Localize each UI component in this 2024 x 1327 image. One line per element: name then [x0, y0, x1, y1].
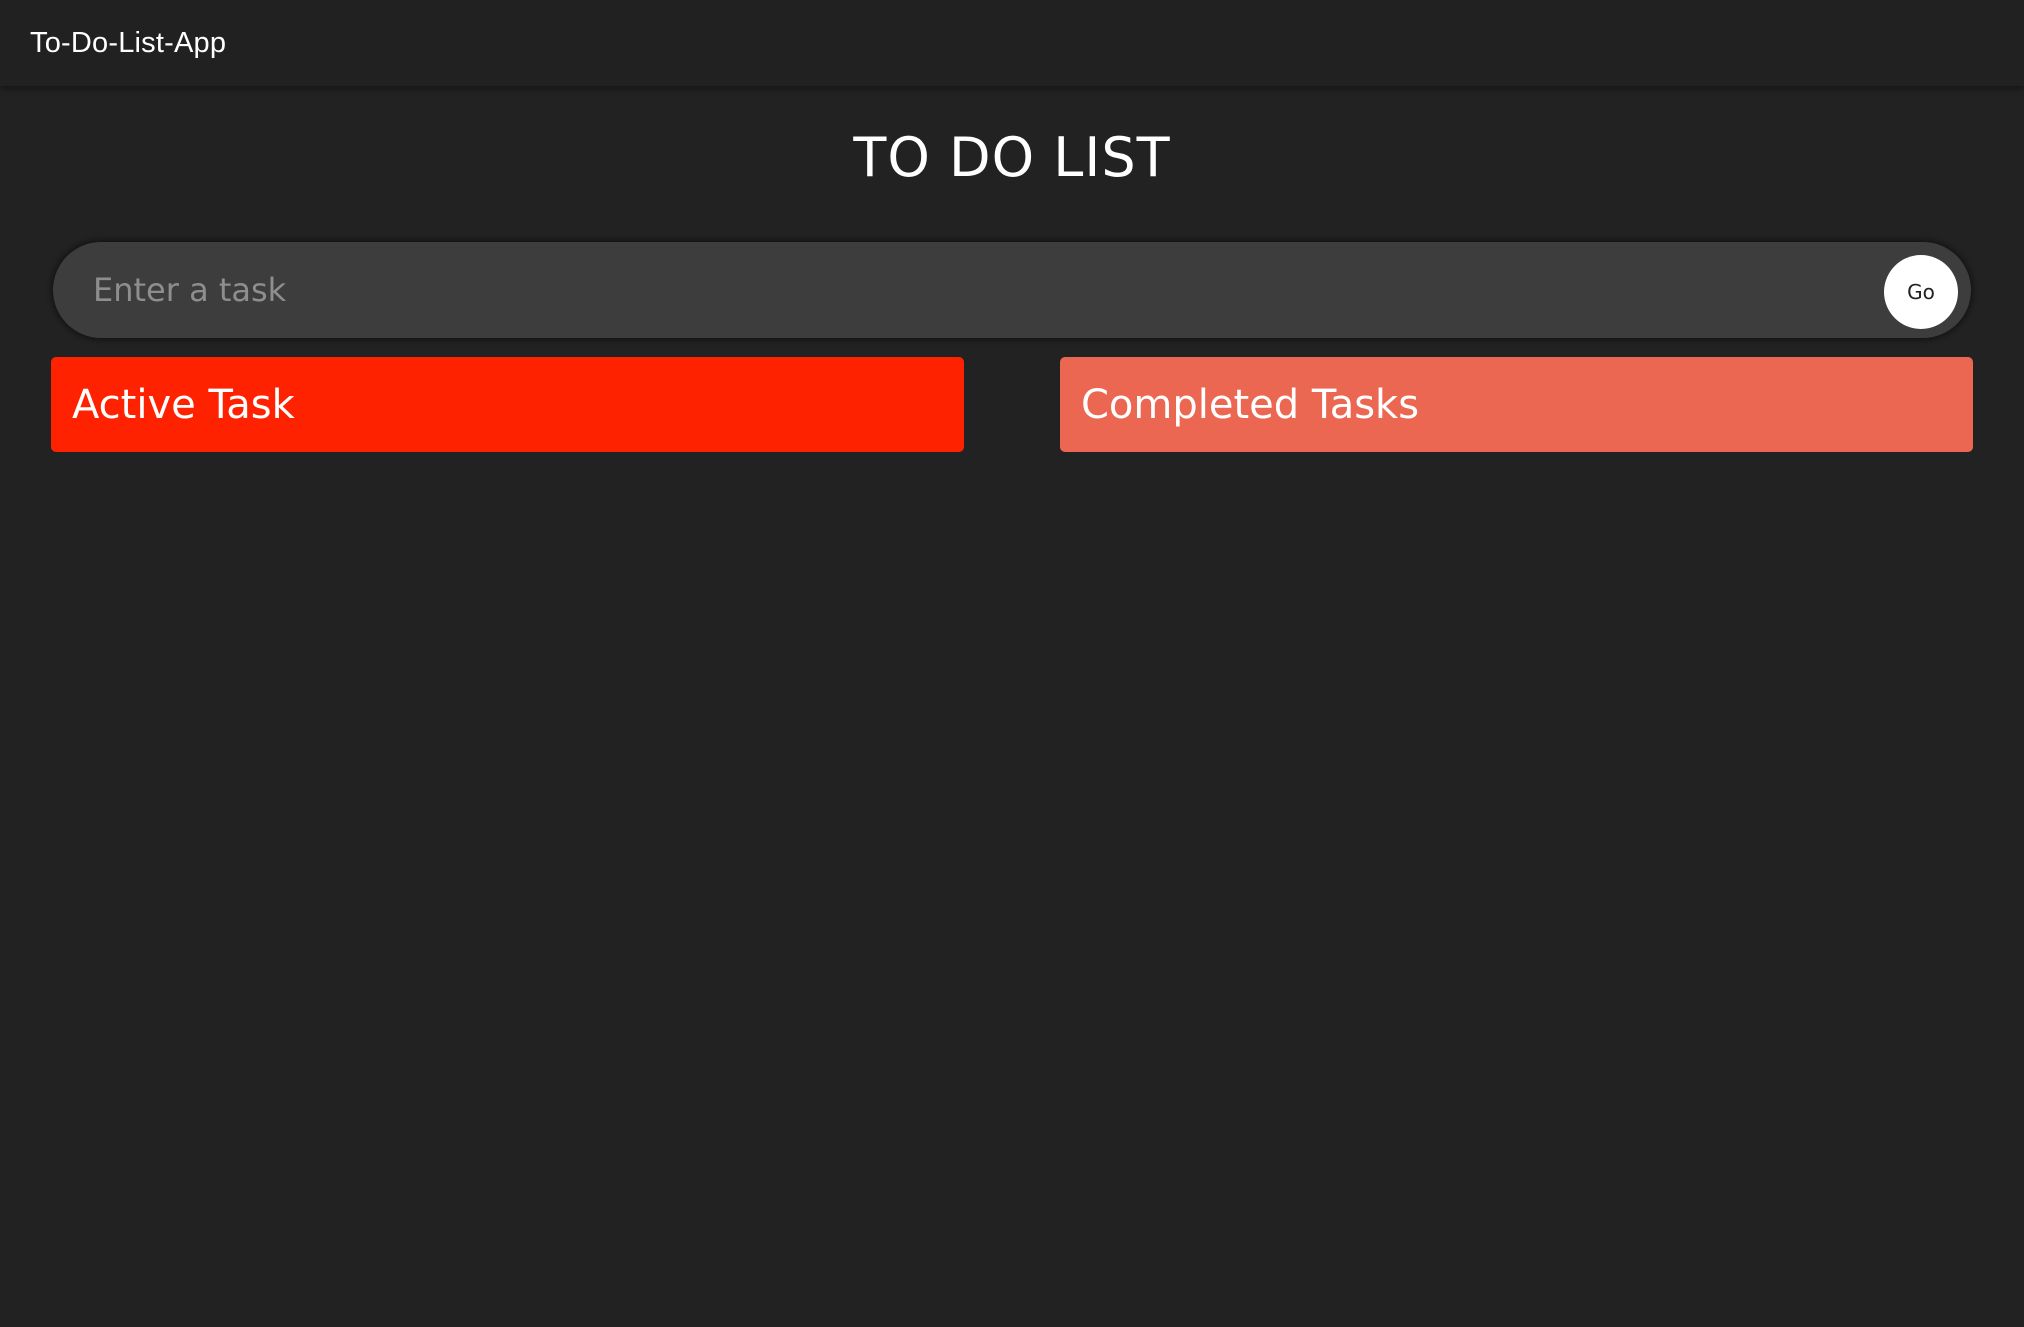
app-bar: To-Do-List-App: [0, 0, 2024, 86]
go-button[interactable]: Go: [1884, 255, 1958, 329]
completed-tasks-header[interactable]: Completed Tasks: [1060, 357, 1973, 452]
task-form: Go: [53, 242, 1971, 338]
task-input[interactable]: [93, 242, 1793, 338]
active-task-label: Active Task: [72, 381, 295, 428]
page-title: TO DO LIST: [853, 126, 1171, 189]
app-title: To-Do-List-App: [30, 26, 227, 59]
active-task-header[interactable]: Active Task: [51, 357, 964, 452]
completed-tasks-label: Completed Tasks: [1081, 381, 1420, 428]
